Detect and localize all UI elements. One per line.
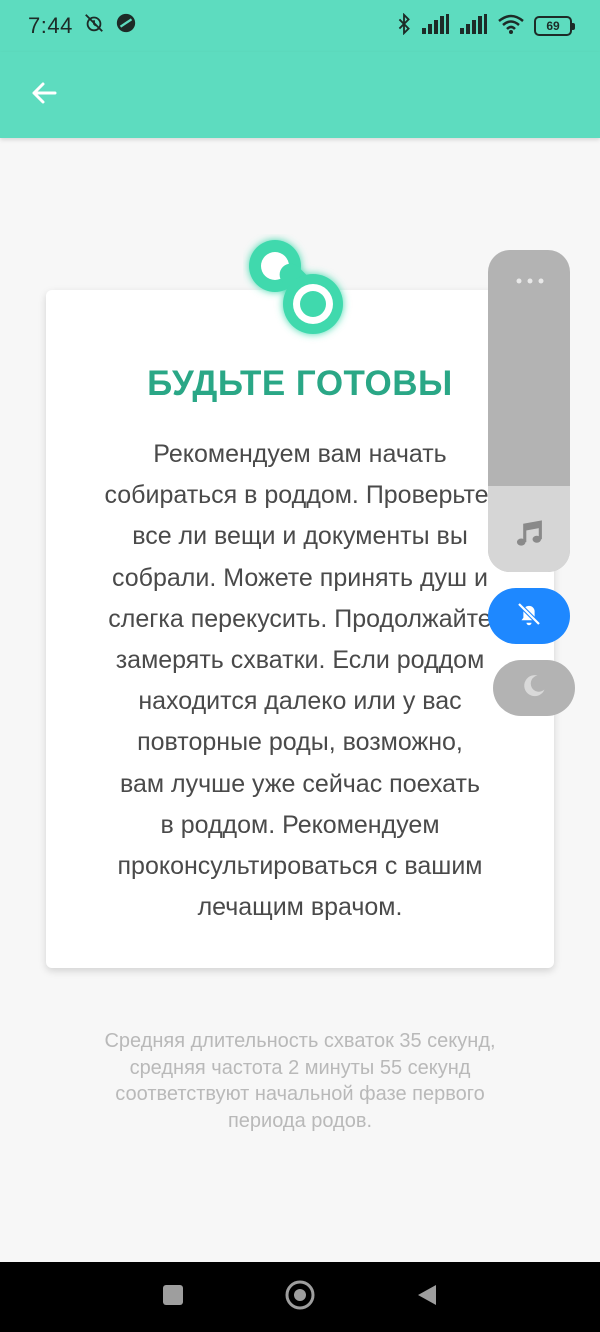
card-text-line: Рекомендуем вам начать [153,440,447,468]
card-text-line: все ли вещи и документы вы [132,522,468,551]
battery-indicator: 69 [534,16,575,36]
contraction-summary: Средняя длительность схваток 35 секунд, … [60,1028,540,1134]
card-text-line: повторные роды, возможно, [137,728,463,757]
back-nav-button[interactable] [407,1277,447,1317]
card-text-line: вам лучше уже сейчас поехать [120,769,480,798]
status-time: 7:44 [28,13,73,38]
summary-line: Средняя длительность схваток 35 секунд, [104,1030,496,1052]
bluetooth-icon [396,12,412,40]
bell-off-icon [514,599,544,634]
card-text-line: слегка перекусить. Продолжайте [108,604,492,633]
home-button[interactable] [280,1277,320,1317]
status-right: 69 [396,12,575,40]
card-text-line: собрали. Можете принять душ и [111,563,489,592]
summary-line: периода родов. [227,1109,373,1132]
night-mode-button[interactable] [493,660,575,716]
mute-button[interactable] [488,588,570,644]
arrow-left-icon [30,79,58,112]
summary-line: средняя частота 2 минуты 55 секунд [129,1056,471,1079]
wifi-icon [498,14,524,39]
card-text-line: лечащим врачом. [197,893,403,922]
triangle-back-icon [416,1283,438,1312]
system-navigation-bar [0,1262,600,1332]
card-text-line: находится далеко или у вас [138,687,462,716]
card-text-line: проконсультироваться с вашим [117,852,483,881]
card-text-line: в роддом. Рекомендуем [160,810,440,839]
square-icon [162,1284,184,1311]
back-button[interactable] [24,75,64,115]
status-bar: 7:44 69 [0,0,600,52]
app-notification-icon [115,12,137,40]
pacifier-icon [243,234,353,344]
app-bar [0,52,600,138]
floating-sound-panel[interactable] [488,250,570,572]
card-text-line: замерять схватки. Если роддом [115,646,485,675]
status-left: 7:44 [28,12,137,40]
signal-icon [422,13,450,39]
music-note-icon[interactable] [512,518,546,552]
alarm-off-icon [83,12,105,40]
summary-line: соответствуют начальной фазе первого [115,1083,485,1105]
card-text-line: собираться в роддом. Проверьте, [104,481,496,510]
recents-button[interactable] [153,1277,193,1317]
signal-icon-2 [460,13,488,39]
card-title: БУДЬТЕ ГОТОВЫ [147,364,453,403]
more-dots-icon[interactable] [515,272,545,284]
circle-icon [284,1279,316,1316]
card-text: Рекомендуем вам начать собираться в родд… [70,434,530,928]
moon-icon [520,672,548,705]
